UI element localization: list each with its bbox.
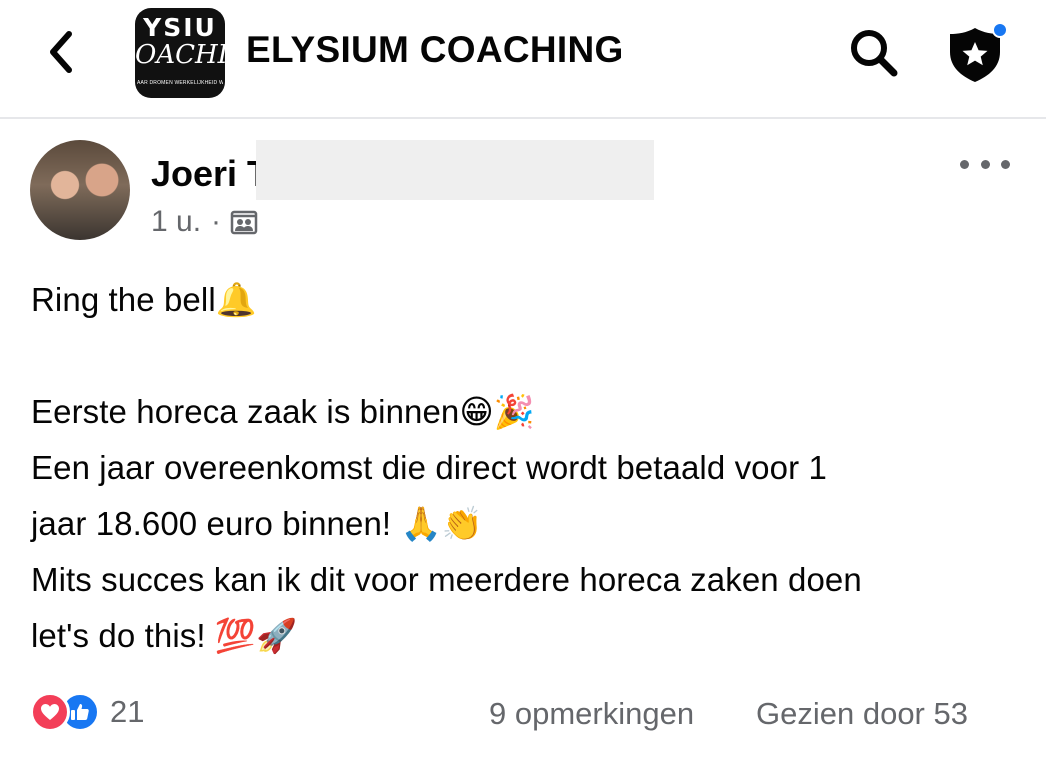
notification-dot <box>992 22 1008 38</box>
meta-separator: · <box>211 205 222 238</box>
post-meta: 1 u. · <box>151 204 259 240</box>
logo-tagline: AAR DROMEN WERKELIJKHEID WORDE <box>137 80 223 86</box>
post-line: Eerste horeca zaak is binnen😁🎉 <box>31 393 536 430</box>
search-icon <box>851 30 898 77</box>
group-name[interactable]: ELYSIUM COACHING <box>246 27 624 73</box>
logo-text-middle: OACHI <box>135 40 225 70</box>
more-options-button[interactable] <box>960 150 1010 178</box>
post-line: Een jaar overeenkomst die direct wordt b… <box>31 449 827 486</box>
group-logo[interactable]: YSIU OACHI AAR DROMEN WERKELIJKHEID WORD… <box>135 8 225 98</box>
group-audience-icon <box>230 210 258 235</box>
reactions-summary[interactable]: 21 <box>30 692 144 732</box>
post-line <box>31 328 1021 384</box>
seen-by-count[interactable]: Gezien door 53 <box>756 694 968 734</box>
more-dot <box>980 159 990 169</box>
group-header: YSIU OACHI AAR DROMEN WERKELIJKHEID WORD… <box>0 0 1046 119</box>
reaction-count: 21 <box>110 694 145 729</box>
post-line: Mits succes kan ik dit voor meerdere hor… <box>31 561 862 598</box>
logo-text-top: YSIU <box>143 13 217 42</box>
chevron-left-icon <box>50 31 72 73</box>
post-line: jaar 18.600 euro binnen! 🙏👏 <box>31 505 483 542</box>
heart-reaction-icon <box>30 692 70 732</box>
more-dot <box>960 159 969 169</box>
more-dot <box>1001 159 1010 169</box>
comments-count[interactable]: 9 opmerkingen <box>489 694 694 734</box>
post-line: let's do this! 💯🚀 <box>31 617 298 654</box>
post-line: Ring the bell🔔 <box>31 281 257 318</box>
back-button[interactable] <box>38 30 82 74</box>
post-text: Ring the bell🔔 Eerste horeca zaak is bin… <box>31 272 1021 664</box>
redacted-area <box>256 140 654 200</box>
post-time[interactable]: 1 u. <box>151 204 201 240</box>
search-button[interactable] <box>846 25 902 81</box>
author-name[interactable]: Joeri T <box>151 152 269 196</box>
author-avatar[interactable] <box>30 140 130 240</box>
